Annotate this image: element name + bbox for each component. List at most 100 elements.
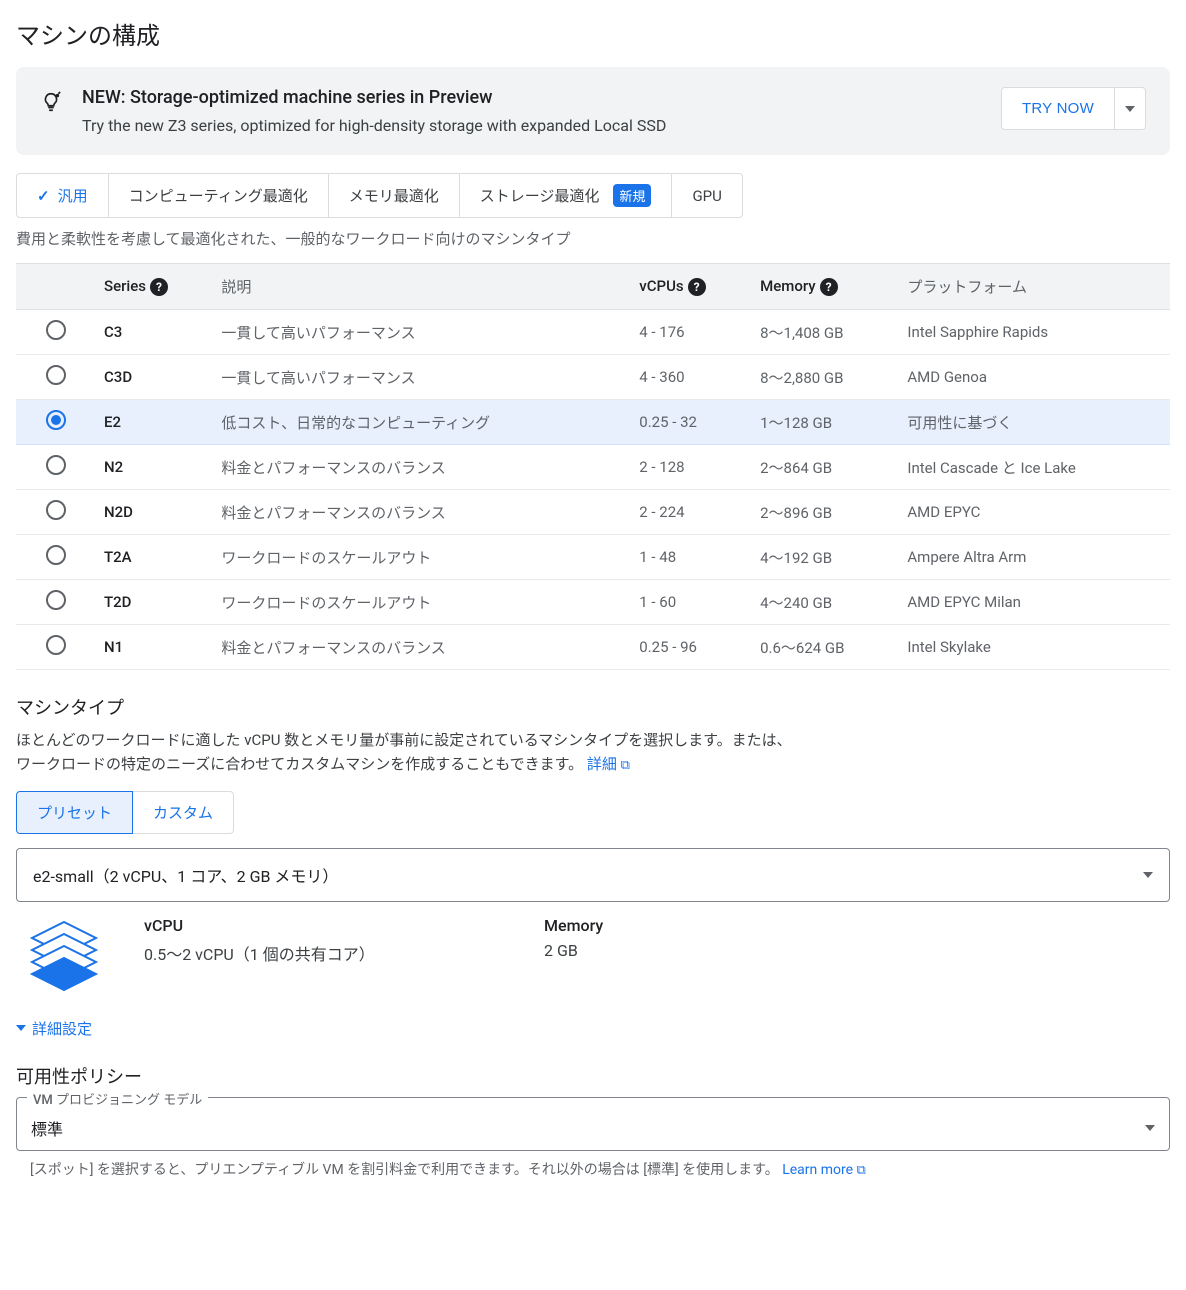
cell-platform: Intel Sapphire Rapids	[899, 310, 1170, 355]
radio-button[interactable]	[46, 500, 66, 520]
new-badge: 新規	[613, 184, 651, 207]
stack-icon	[24, 916, 104, 1000]
cell-series: E2	[96, 400, 213, 445]
vcpu-value: 0.5〜2 vCPU（1 個の共有コア）	[144, 941, 504, 965]
cell-memory: 4〜192 GB	[752, 535, 899, 580]
tab-storage[interactable]: ストレージ最適化 新規	[460, 173, 673, 218]
cell-vcpus: 1 - 60	[631, 580, 752, 625]
cell-series: T2D	[96, 580, 213, 625]
col-vcpus: vCPUs?	[631, 264, 752, 310]
field-value: 標準	[31, 1116, 63, 1140]
cell-series: N1	[96, 625, 213, 670]
cell-desc: 料金とパフォーマンスのバランス	[213, 625, 631, 670]
radio-button[interactable]	[46, 590, 66, 610]
machine-type-dropdown[interactable]: e2-small（2 vCPU、1 コア、2 GB メモリ）	[16, 848, 1170, 902]
promo-banner: NEW: Storage-optimized machine series in…	[16, 67, 1170, 155]
cell-series: T2A	[96, 535, 213, 580]
advanced-settings-toggle[interactable]: 詳細設定	[16, 1018, 1170, 1039]
col-series: Series?	[96, 264, 213, 310]
table-row[interactable]: C3一貫して高いパフォーマンス4 - 1768〜1,408 GBIntel Sa…	[16, 310, 1170, 355]
cell-platform: AMD Genoa	[899, 355, 1170, 400]
banner-desc: Try the new Z3 series, optimized for hig…	[82, 116, 981, 135]
radio-button[interactable]	[46, 455, 66, 475]
banner-title: NEW: Storage-optimized machine series in…	[82, 87, 981, 108]
machine-family-tabs: ✓ 汎用 コンピューティング最適化 メモリ最適化 ストレージ最適化 新規 GPU	[16, 173, 1170, 218]
provisioning-model-dropdown[interactable]: VM プロビジョニング モデル 標準	[16, 1097, 1170, 1151]
vcpu-label: vCPU	[144, 916, 504, 935]
tab-label: GPU	[692, 187, 721, 205]
tab-label: 汎用	[58, 185, 88, 206]
lightbulb-icon	[40, 87, 62, 117]
learn-more-link[interactable]: Learn more ⧉	[782, 1162, 866, 1178]
cell-platform: Intel Cascade と Ice Lake	[899, 445, 1170, 490]
cell-desc: ワークロードのスケールアウト	[213, 580, 631, 625]
page-title: マシンの構成	[16, 16, 1170, 51]
cell-memory: 2〜864 GB	[752, 445, 899, 490]
machine-type-title: マシンタイプ	[16, 694, 1170, 720]
cell-memory: 0.6〜624 GB	[752, 625, 899, 670]
cell-memory: 8〜1,408 GB	[752, 310, 899, 355]
cell-desc: 低コスト、日常的なコンピューティング	[213, 400, 631, 445]
cell-vcpus: 2 - 224	[631, 490, 752, 535]
cell-series: N2	[96, 445, 213, 490]
preset-custom-toggle: プリセット カスタム	[16, 791, 1170, 834]
cell-platform: AMD EPYC Milan	[899, 580, 1170, 625]
tab-gpu[interactable]: GPU	[672, 173, 742, 218]
tab-label: ストレージ最適化	[480, 185, 600, 206]
cell-platform: Ampere Altra Arm	[899, 535, 1170, 580]
cell-platform: AMD EPYC	[899, 490, 1170, 535]
cell-desc: 料金とパフォーマンスのバランス	[213, 490, 631, 535]
provisioning-helper: [スポット] を選択すると、プリエンプティブル VM を割引料金で利用できます。…	[16, 1151, 1170, 1179]
radio-button[interactable]	[46, 635, 66, 655]
series-table: Series? 説明 vCPUs? Memory? プラットフォーム C3一貫し…	[16, 263, 1170, 670]
table-row[interactable]: T2Dワークロードのスケールアウト1 - 604〜240 GBAMD EPYC …	[16, 580, 1170, 625]
cell-vcpus: 2 - 128	[631, 445, 752, 490]
help-icon[interactable]: ?	[820, 278, 838, 296]
cell-series: C3D	[96, 355, 213, 400]
cell-vcpus: 1 - 48	[631, 535, 752, 580]
memory-value: 2 GB	[544, 941, 744, 960]
cell-memory: 8〜2,880 GB	[752, 355, 899, 400]
cell-memory: 2〜896 GB	[752, 490, 899, 535]
tab-description: 費用と柔軟性を考慮して最適化された、一般的なワークロード向けのマシンタイプ	[16, 228, 1170, 249]
col-platform: プラットフォーム	[899, 264, 1170, 310]
table-row[interactable]: C3D一貫して高いパフォーマンス4 - 3608〜2,880 GBAMD Gen…	[16, 355, 1170, 400]
table-row[interactable]: N1料金とパフォーマンスのバランス0.25 - 960.6〜624 GBInte…	[16, 625, 1170, 670]
field-label: VM プロビジョニング モデル	[27, 1089, 208, 1108]
tab-label: メモリ最適化	[349, 185, 439, 206]
caret-down-icon	[1143, 872, 1153, 878]
tab-general[interactable]: ✓ 汎用	[16, 173, 109, 218]
cell-platform: Intel Skylake	[899, 625, 1170, 670]
details-link[interactable]: 詳細 ⧉	[587, 755, 630, 773]
radio-button[interactable]	[46, 410, 66, 430]
radio-button[interactable]	[46, 365, 66, 385]
tab-memory[interactable]: メモリ最適化	[329, 173, 460, 218]
external-link-icon: ⧉	[857, 1163, 866, 1178]
cell-memory: 4〜240 GB	[752, 580, 899, 625]
preset-button[interactable]: プリセット	[16, 791, 133, 834]
radio-button[interactable]	[46, 320, 66, 340]
table-row[interactable]: T2Aワークロードのスケールアウト1 - 484〜192 GBAmpere Al…	[16, 535, 1170, 580]
tab-compute[interactable]: コンピューティング最適化	[109, 173, 329, 218]
check-icon: ✓	[37, 187, 50, 205]
custom-button[interactable]: カスタム	[133, 791, 234, 834]
cell-vcpus: 4 - 176	[631, 310, 752, 355]
machine-type-desc: ほとんどのワークロードに適した vCPU 数とメモリ量が事前に設定されているマシ…	[16, 728, 796, 777]
try-now-dropdown[interactable]	[1115, 87, 1146, 130]
table-row[interactable]: N2D料金とパフォーマンスのバランス2 - 2242〜896 GBAMD EPY…	[16, 490, 1170, 535]
cell-vcpus: 0.25 - 96	[631, 625, 752, 670]
try-now-button[interactable]: TRY NOW	[1001, 87, 1115, 130]
memory-label: Memory	[544, 916, 744, 935]
help-icon[interactable]: ?	[150, 278, 168, 296]
cell-desc: 一貫して高いパフォーマンス	[213, 355, 631, 400]
cell-desc: 一貫して高いパフォーマンス	[213, 310, 631, 355]
table-row[interactable]: E2低コスト、日常的なコンピューティング0.25 - 321〜128 GB可用性…	[16, 400, 1170, 445]
cell-vcpus: 0.25 - 32	[631, 400, 752, 445]
col-memory: Memory?	[752, 264, 899, 310]
radio-button[interactable]	[46, 545, 66, 565]
help-icon[interactable]: ?	[688, 278, 706, 296]
caret-down-icon	[1145, 1125, 1155, 1131]
table-row[interactable]: N2料金とパフォーマンスのバランス2 - 1282〜864 GBIntel Ca…	[16, 445, 1170, 490]
tab-label: コンピューティング最適化	[129, 185, 308, 206]
caret-down-icon	[1125, 106, 1135, 112]
